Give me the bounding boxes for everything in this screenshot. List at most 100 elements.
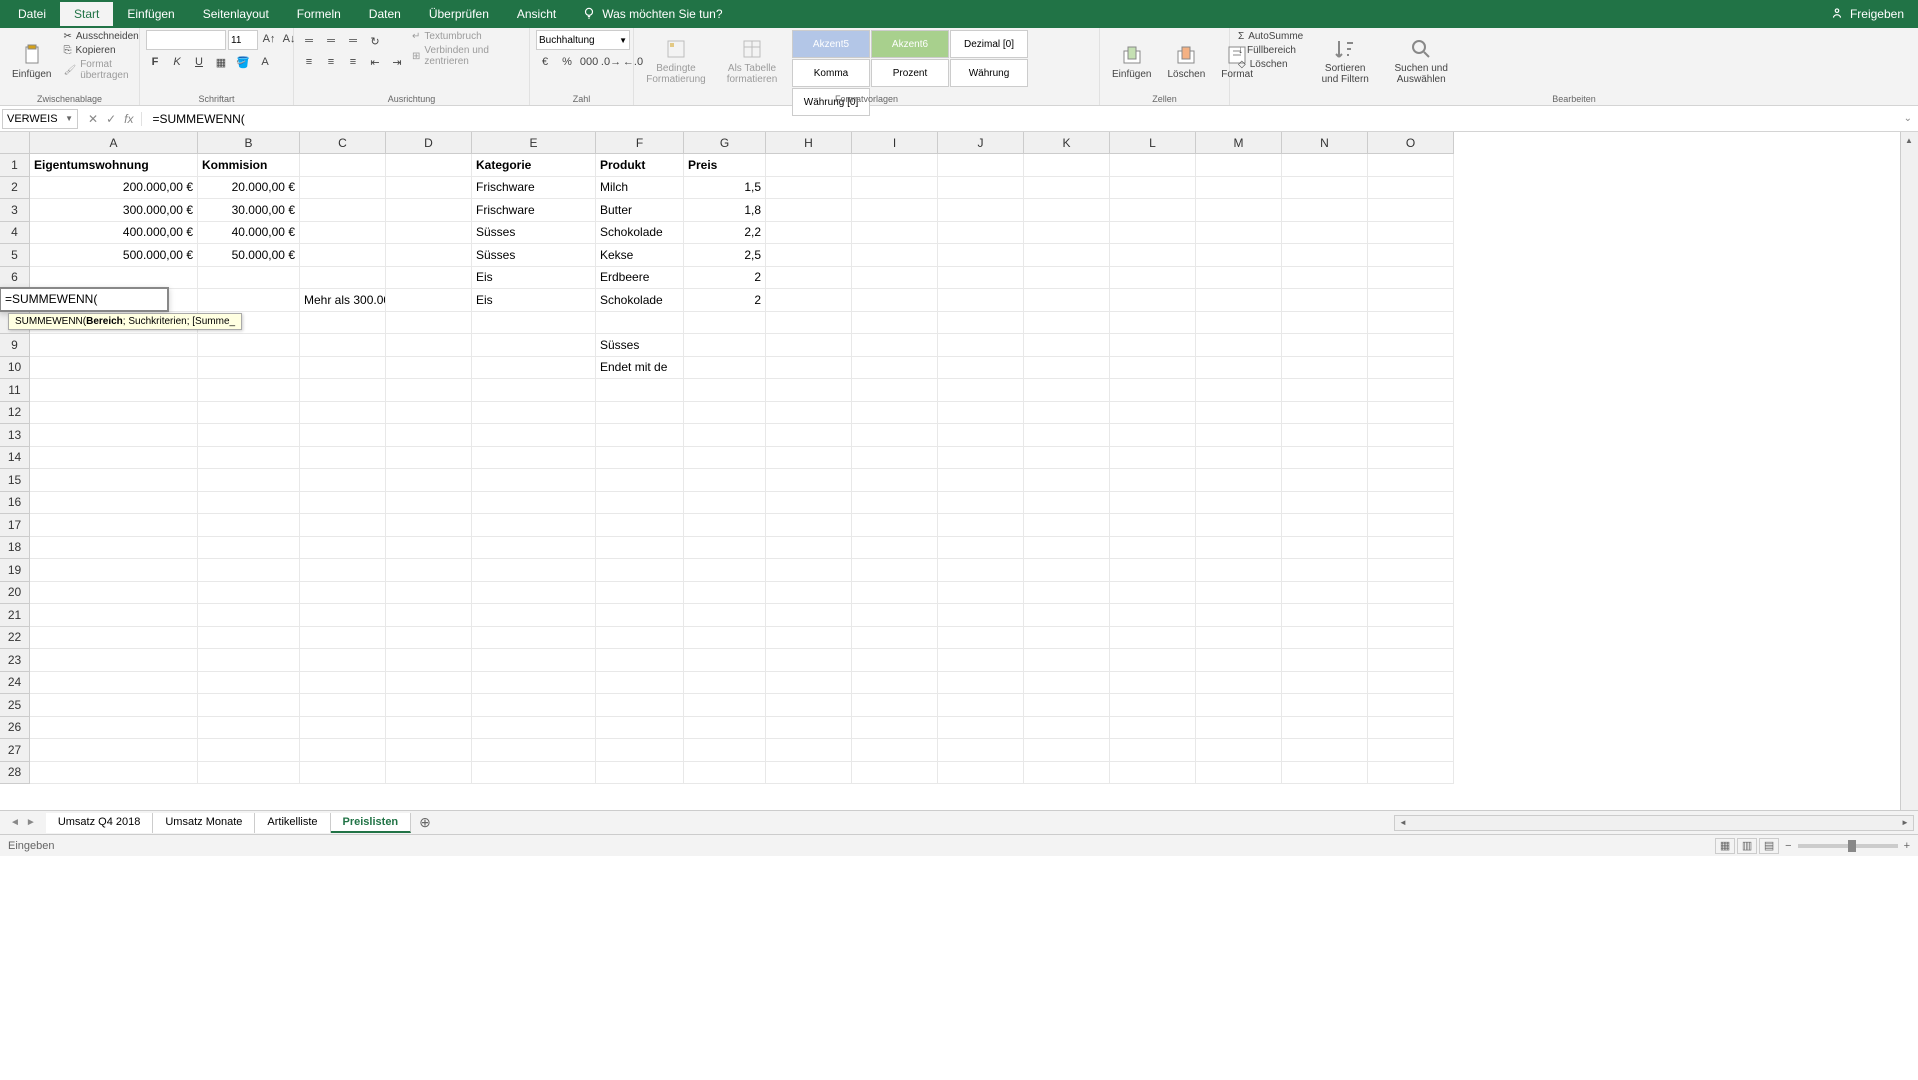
cell-D6[interactable]: [386, 267, 472, 290]
align-center-icon[interactable]: ≡: [322, 53, 340, 71]
cell-F13[interactable]: [596, 424, 684, 447]
cell-L1[interactable]: [1110, 154, 1196, 177]
cell-F16[interactable]: [596, 492, 684, 515]
cell-E20[interactable]: [472, 582, 596, 605]
cell-E25[interactable]: [472, 694, 596, 717]
sort-filter-button[interactable]: Sortieren und Filtern: [1309, 30, 1381, 92]
cell-G16[interactable]: [684, 492, 766, 515]
cell-O25[interactable]: [1368, 694, 1454, 717]
cell-L11[interactable]: [1110, 379, 1196, 402]
cell-C11[interactable]: [300, 379, 386, 402]
cell-G22[interactable]: [684, 627, 766, 650]
cell-M8[interactable]: [1196, 312, 1282, 335]
cell-K13[interactable]: [1024, 424, 1110, 447]
cell-D23[interactable]: [386, 649, 472, 672]
cell-O27[interactable]: [1368, 739, 1454, 762]
page-layout-view-icon[interactable]: ▥: [1737, 838, 1757, 854]
cell-I19[interactable]: [852, 559, 938, 582]
cell-D22[interactable]: [386, 627, 472, 650]
cell-E22[interactable]: [472, 627, 596, 650]
cell-F26[interactable]: [596, 717, 684, 740]
cell-F4[interactable]: Schokolade: [596, 222, 684, 245]
cell-M20[interactable]: [1196, 582, 1282, 605]
cell-D26[interactable]: [386, 717, 472, 740]
indent-in-icon[interactable]: ⇥: [388, 53, 406, 71]
italic-icon[interactable]: K: [168, 53, 186, 71]
style-waehrung[interactable]: Währung: [950, 59, 1028, 87]
cell-M10[interactable]: [1196, 357, 1282, 380]
cell-K11[interactable]: [1024, 379, 1110, 402]
row-header-17[interactable]: 17: [0, 514, 30, 537]
cell-M23[interactable]: [1196, 649, 1282, 672]
scroll-left-icon[interactable]: ◄: [1395, 816, 1411, 830]
cell-D25[interactable]: [386, 694, 472, 717]
cell-F23[interactable]: [596, 649, 684, 672]
cell-G18[interactable]: [684, 537, 766, 560]
cell-A26[interactable]: [30, 717, 198, 740]
cell-B6[interactable]: [198, 267, 300, 290]
cell-G10[interactable]: [684, 357, 766, 380]
cell-K5[interactable]: [1024, 244, 1110, 267]
cell-H12[interactable]: [766, 402, 852, 425]
cell-J16[interactable]: [938, 492, 1024, 515]
file-tab[interactable]: Datei: [4, 2, 60, 26]
cell-D9[interactable]: [386, 334, 472, 357]
cell-J18[interactable]: [938, 537, 1024, 560]
cell-D3[interactable]: [386, 199, 472, 222]
cell-D17[interactable]: [386, 514, 472, 537]
cell-L27[interactable]: [1110, 739, 1196, 762]
cell-K6[interactable]: [1024, 267, 1110, 290]
cell-L2[interactable]: [1110, 177, 1196, 200]
cell-A9[interactable]: [30, 334, 198, 357]
cell-H17[interactable]: [766, 514, 852, 537]
row-header-21[interactable]: 21: [0, 604, 30, 627]
horizontal-scrollbar[interactable]: ◄ ►: [1394, 815, 1914, 831]
cell-H6[interactable]: [766, 267, 852, 290]
cell-G15[interactable]: [684, 469, 766, 492]
currency-icon[interactable]: €: [536, 53, 554, 71]
cell-I25[interactable]: [852, 694, 938, 717]
cell-B1[interactable]: Kommision: [198, 154, 300, 177]
cell-M21[interactable]: [1196, 604, 1282, 627]
cell-H19[interactable]: [766, 559, 852, 582]
cell-C27[interactable]: [300, 739, 386, 762]
cell-I10[interactable]: [852, 357, 938, 380]
cell-C8[interactable]: [300, 312, 386, 335]
cell-A23[interactable]: [30, 649, 198, 672]
tab-data[interactable]: Daten: [355, 2, 415, 26]
cell-M3[interactable]: [1196, 199, 1282, 222]
cell-O6[interactable]: [1368, 267, 1454, 290]
cell-I18[interactable]: [852, 537, 938, 560]
tab-insert[interactable]: Einfügen: [113, 2, 188, 26]
cell-N23[interactable]: [1282, 649, 1368, 672]
cell-N26[interactable]: [1282, 717, 1368, 740]
row-header-28[interactable]: 28: [0, 762, 30, 785]
cell-E15[interactable]: [472, 469, 596, 492]
cell-F22[interactable]: [596, 627, 684, 650]
cell-E21[interactable]: [472, 604, 596, 627]
cell-O15[interactable]: [1368, 469, 1454, 492]
cell-G6[interactable]: 2: [684, 267, 766, 290]
cell-A2[interactable]: 200.000,00 €: [30, 177, 198, 200]
cell-L9[interactable]: [1110, 334, 1196, 357]
cell-K8[interactable]: [1024, 312, 1110, 335]
cell-L26[interactable]: [1110, 717, 1196, 740]
cell-O7[interactable]: [1368, 289, 1454, 312]
sheet-tab[interactable]: Umsatz Q4 2018: [46, 813, 154, 833]
cell-K28[interactable]: [1024, 762, 1110, 785]
cell-F14[interactable]: [596, 447, 684, 470]
sheet-nav-next-icon[interactable]: ►: [26, 817, 36, 828]
cell-N22[interactable]: [1282, 627, 1368, 650]
cell-N14[interactable]: [1282, 447, 1368, 470]
cell-K4[interactable]: [1024, 222, 1110, 245]
cell-A13[interactable]: [30, 424, 198, 447]
fill-button[interactable]: ↓ Füllbereich: [1236, 44, 1305, 57]
cell-O19[interactable]: [1368, 559, 1454, 582]
cell-F8[interactable]: [596, 312, 684, 335]
row-header-23[interactable]: 23: [0, 649, 30, 672]
number-format-combo[interactable]: Buchhaltung ▼: [536, 30, 630, 50]
cell-G26[interactable]: [684, 717, 766, 740]
paste-button[interactable]: Einfügen: [6, 30, 57, 92]
cell-J23[interactable]: [938, 649, 1024, 672]
cell-D12[interactable]: [386, 402, 472, 425]
